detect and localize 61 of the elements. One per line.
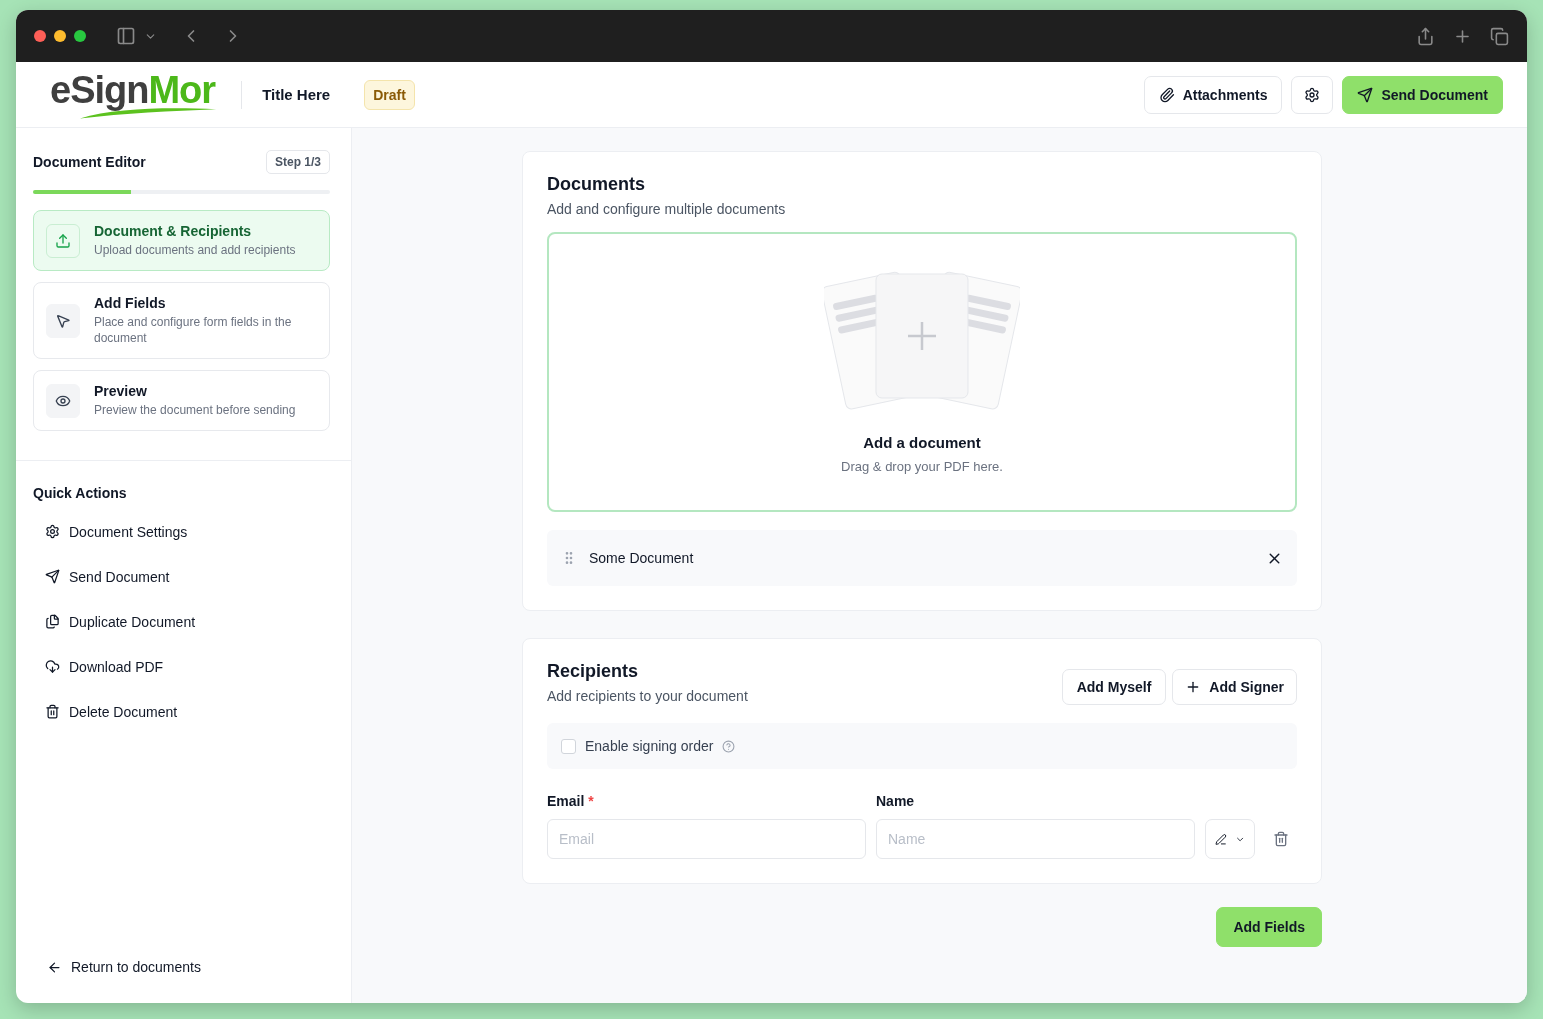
add-fields-button[interactable]: Add Fields: [1216, 907, 1322, 947]
download-icon: [45, 659, 60, 674]
pointer-icon: [46, 303, 80, 338]
step-title: Document & Recipients: [94, 223, 253, 239]
status-badge: Draft: [364, 79, 415, 110]
share-icon[interactable]: [1416, 26, 1435, 46]
tabs-overview-icon[interactable]: [1490, 26, 1509, 46]
settings-button[interactable]: [1291, 75, 1334, 114]
quick-action-link[interactable]: Download PDF: [33, 644, 334, 689]
field-label: Email *: [547, 793, 595, 809]
step-title: Add Fields: [94, 295, 167, 311]
sidebar-title: Document Editor: [33, 154, 146, 170]
signing-order-checkbox[interactable]: [561, 738, 576, 754]
upload-icon: [46, 223, 80, 258]
step-badge: Step 1/3: [265, 150, 330, 174]
card-title: Documents: [547, 174, 646, 195]
send-icon: [45, 569, 60, 584]
settings-icon: [1304, 86, 1321, 103]
document-name: Some Document: [589, 550, 695, 566]
quick-action-link[interactable]: Send Document: [33, 554, 334, 599]
name-input[interactable]: Name: [876, 819, 1195, 859]
minimize-window-icon[interactable]: [54, 30, 66, 42]
drop-hint: Drag & drop your PDF here.: [841, 459, 1003, 474]
step-description: Preview the document before sending: [94, 402, 296, 418]
return-link[interactable]: Return to documents: [47, 959, 334, 975]
step-description: Place and configure form fields in the document: [94, 314, 293, 346]
send-icon: [1357, 86, 1374, 103]
step-title: Preview: [94, 383, 148, 399]
close-window-icon[interactable]: [34, 30, 46, 42]
card-subtitle: Add recipients to your document: [547, 688, 748, 704]
delete-icon: [45, 704, 60, 719]
eye-icon: [46, 383, 80, 418]
quick-actions-title: Quick Actions: [33, 485, 128, 501]
quick-action-link[interactable]: Delete Document: [33, 689, 334, 734]
step-description: Upload documents and add recipients: [94, 242, 296, 258]
step-item[interactable]: Preview Preview the document before sending: [33, 370, 330, 431]
add-signer-button[interactable]: Add Signer: [1172, 669, 1297, 705]
delete-icon[interactable]: [1273, 831, 1289, 847]
copy-icon: [45, 614, 60, 629]
add-myself-button[interactable]: Add Myself: [1061, 669, 1167, 705]
step-item[interactable]: Document & Recipients Upload documents and add recipients: [33, 210, 330, 271]
maximize-window-icon[interactable]: [74, 30, 86, 42]
settings-icon: [45, 524, 60, 539]
pen-icon: [1215, 831, 1227, 847]
card-title: Recipients: [547, 661, 640, 682]
drop-zone[interactable]: Add a document Drag & drop your PDF here.: [547, 232, 1297, 512]
send-document-button[interactable]: Send Document: [1342, 75, 1503, 114]
document-title: Title Here: [262, 86, 331, 103]
quick-action-link[interactable]: Document Settings: [33, 509, 334, 554]
card-subtitle: Add and configure multiple documents: [547, 201, 787, 217]
checkbox-label: Enable signing order: [585, 738, 714, 754]
drop-title: Add a document: [863, 434, 981, 451]
field-label: Name: [876, 793, 916, 809]
sidebar-icon[interactable]: [116, 26, 136, 46]
signature-type-button[interactable]: [1205, 819, 1255, 859]
paperclip-icon: [1158, 86, 1175, 103]
email-input[interactable]: Email: [547, 819, 866, 859]
logo: eSignMor: [48, 66, 220, 123]
quick-action-link[interactable]: Duplicate Document: [33, 599, 334, 644]
attachments-button[interactable]: Attachments: [1143, 75, 1283, 114]
step-item[interactable]: Add Fields Place and configure form fields in the document: [33, 282, 330, 359]
